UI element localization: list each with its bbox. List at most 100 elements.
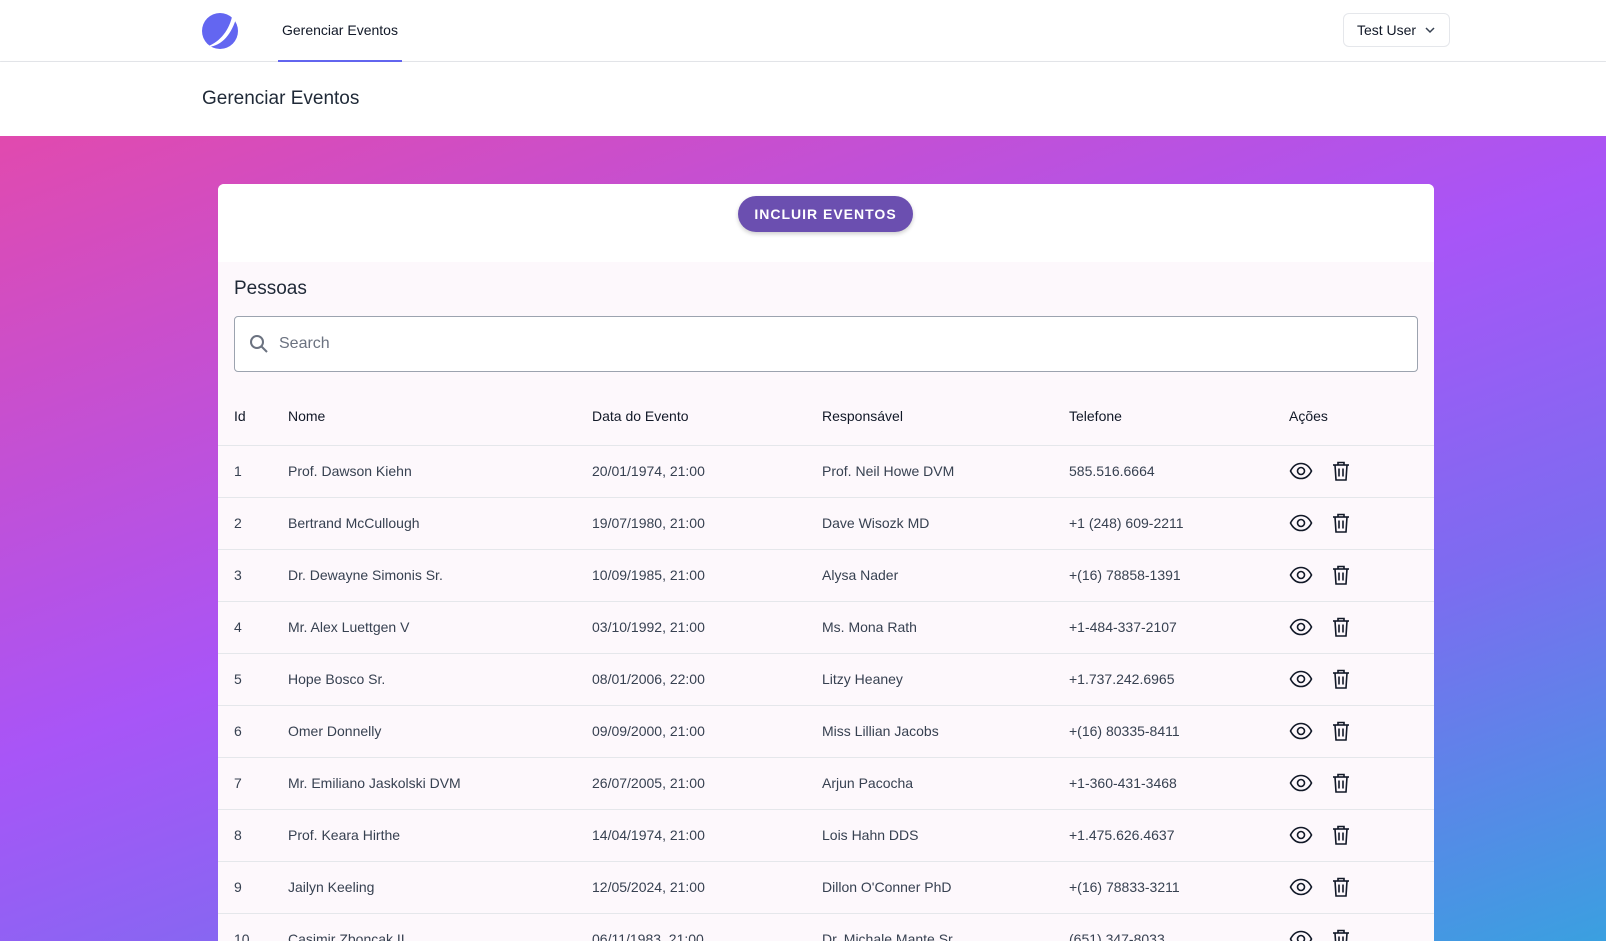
cell-id: 1 [218,445,288,498]
cell-nome: Dr. Dewayne Simonis Sr. [288,549,592,602]
cell-nome: Omer Donnelly [288,705,592,758]
trash-icon[interactable] [1329,875,1353,899]
cell-responsavel: Lois Hahn DDS [822,809,1069,862]
table-row: 6 Omer Donnelly 09/09/2000, 21:00 Miss L… [218,705,1434,758]
cell-telefone: 585.516.6664 [1069,445,1289,498]
cell-telefone: +(16) 78833-3211 [1069,861,1289,914]
cell-responsavel: Dillon O'Conner PhD [822,861,1069,914]
cell-id: 4 [218,601,288,654]
column-header-id[interactable]: Id [218,388,288,446]
table-header-row: Id Nome Data do Evento Responsável Telef… [218,388,1434,446]
cell-responsavel: Litzy Heaney [822,653,1069,706]
cell-data: 10/09/1985, 21:00 [592,549,822,602]
cell-acoes [1289,809,1434,862]
cell-telefone: +(16) 80335-8411 [1069,705,1289,758]
trash-icon[interactable] [1329,615,1353,639]
cell-data: 20/01/1974, 21:00 [592,445,822,498]
cell-telefone: (651) 347-8033 [1069,913,1289,941]
trash-icon[interactable] [1329,563,1353,587]
trash-icon[interactable] [1329,511,1353,535]
column-header-responsavel[interactable]: Responsável [822,388,1069,446]
table-row: 5 Hope Bosco Sr. 08/01/2006, 22:00 Litzy… [218,653,1434,706]
table-row: 9 Jailyn Keeling 12/05/2024, 21:00 Dillo… [218,861,1434,914]
eye-icon[interactable] [1289,667,1313,691]
events-card: INCLUIR EVENTOS Pessoas Id Nome Data do … [218,184,1434,941]
column-header-telefone[interactable]: Telefone [1069,388,1289,446]
cell-data: 03/10/1992, 21:00 [592,601,822,654]
eye-icon[interactable] [1289,563,1313,587]
cell-acoes [1289,497,1434,550]
cell-telefone: +1.475.626.4637 [1069,809,1289,862]
page-title: Gerenciar Eventos [202,88,360,109]
eye-icon[interactable] [1289,459,1313,483]
cell-responsavel: Prof. Neil Howe DVM [822,445,1069,498]
search-field[interactable] [234,316,1418,372]
eye-icon[interactable] [1289,927,1313,941]
nav-link-gerenciar-eventos[interactable]: Gerenciar Eventos [278,0,402,62]
cell-acoes [1289,861,1434,914]
cell-telefone: +1 (248) 609-2211 [1069,497,1289,550]
top-navbar: Gerenciar Eventos Test User [0,0,1606,62]
logo-icon[interactable] [200,11,240,51]
cell-telefone: +1.737.242.6965 [1069,653,1289,706]
cell-acoes [1289,601,1434,654]
cell-nome: Bertrand McCullough [288,497,592,550]
incluir-eventos-button[interactable]: INCLUIR EVENTOS [738,196,913,232]
cell-responsavel: Arjun Pacocha [822,757,1069,810]
cell-acoes [1289,653,1434,706]
cell-id: 5 [218,653,288,706]
cell-acoes [1289,445,1434,498]
cell-data: 06/11/1983, 21:00 [592,913,822,941]
eye-icon[interactable] [1289,875,1313,899]
eye-icon[interactable] [1289,719,1313,743]
cell-telefone: +1-360-431-3468 [1069,757,1289,810]
table-row: 8 Prof. Keara Hirthe 14/04/1974, 21:00 L… [218,809,1434,862]
trash-icon[interactable] [1329,823,1353,847]
cell-responsavel: Miss Lillian Jacobs [822,705,1069,758]
page-header: Gerenciar Eventos [0,62,1606,136]
table-body: 1 Prof. Dawson Kiehn 20/01/1974, 21:00 P… [218,445,1434,941]
cell-data: 26/07/2005, 21:00 [592,757,822,810]
search-icon [250,335,268,353]
cell-data: 12/05/2024, 21:00 [592,861,822,914]
cell-acoes [1289,705,1434,758]
cell-data: 09/09/2000, 21:00 [592,705,822,758]
column-header-acoes: Ações [1289,388,1434,446]
eye-icon[interactable] [1289,615,1313,639]
eye-icon[interactable] [1289,823,1313,847]
column-header-data[interactable]: Data do Evento [592,388,822,446]
cell-id: 2 [218,497,288,550]
cell-nome: Mr. Alex Luettgen V [288,601,592,654]
cell-responsavel: Dr. Michale Mante Sr. [822,913,1069,941]
trash-icon[interactable] [1329,667,1353,691]
column-header-nome[interactable]: Nome [288,388,592,446]
trash-icon[interactable] [1329,927,1353,941]
chevron-down-icon [1425,27,1435,34]
trash-icon[interactable] [1329,771,1353,795]
trash-icon[interactable] [1329,719,1353,743]
table-row: 3 Dr. Dewayne Simonis Sr. 10/09/1985, 21… [218,549,1434,602]
eye-icon[interactable] [1289,511,1313,535]
search-input[interactable] [279,335,1379,353]
user-menu-button[interactable]: Test User [1343,13,1450,47]
cell-data: 08/01/2006, 22:00 [592,653,822,706]
cell-acoes [1289,757,1434,810]
cell-nome: Hope Bosco Sr. [288,653,592,706]
cell-data: 14/04/1974, 21:00 [592,809,822,862]
table-row: 4 Mr. Alex Luettgen V 03/10/1992, 21:00 … [218,601,1434,654]
eye-icon[interactable] [1289,771,1313,795]
user-name: Test User [1356,22,1417,38]
trash-icon[interactable] [1329,459,1353,483]
table-row: 10 Casimir Zboncak II 06/11/1983, 21:00 … [218,913,1434,941]
events-table: Id Nome Data do Evento Responsável Telef… [218,388,1434,941]
cell-id: 7 [218,757,288,810]
section-title: Pessoas [234,278,307,299]
card-toolbar: INCLUIR EVENTOS [218,184,1434,262]
cell-nome: Mr. Emiliano Jaskolski DVM [288,757,592,810]
cell-id: 9 [218,861,288,914]
table-row: 1 Prof. Dawson Kiehn 20/01/1974, 21:00 P… [218,445,1434,498]
cell-responsavel: Alysa Nader [822,549,1069,602]
cell-id: 3 [218,549,288,602]
cell-telefone: +(16) 78858-1391 [1069,549,1289,602]
cell-responsavel: Dave Wisozk MD [822,497,1069,550]
